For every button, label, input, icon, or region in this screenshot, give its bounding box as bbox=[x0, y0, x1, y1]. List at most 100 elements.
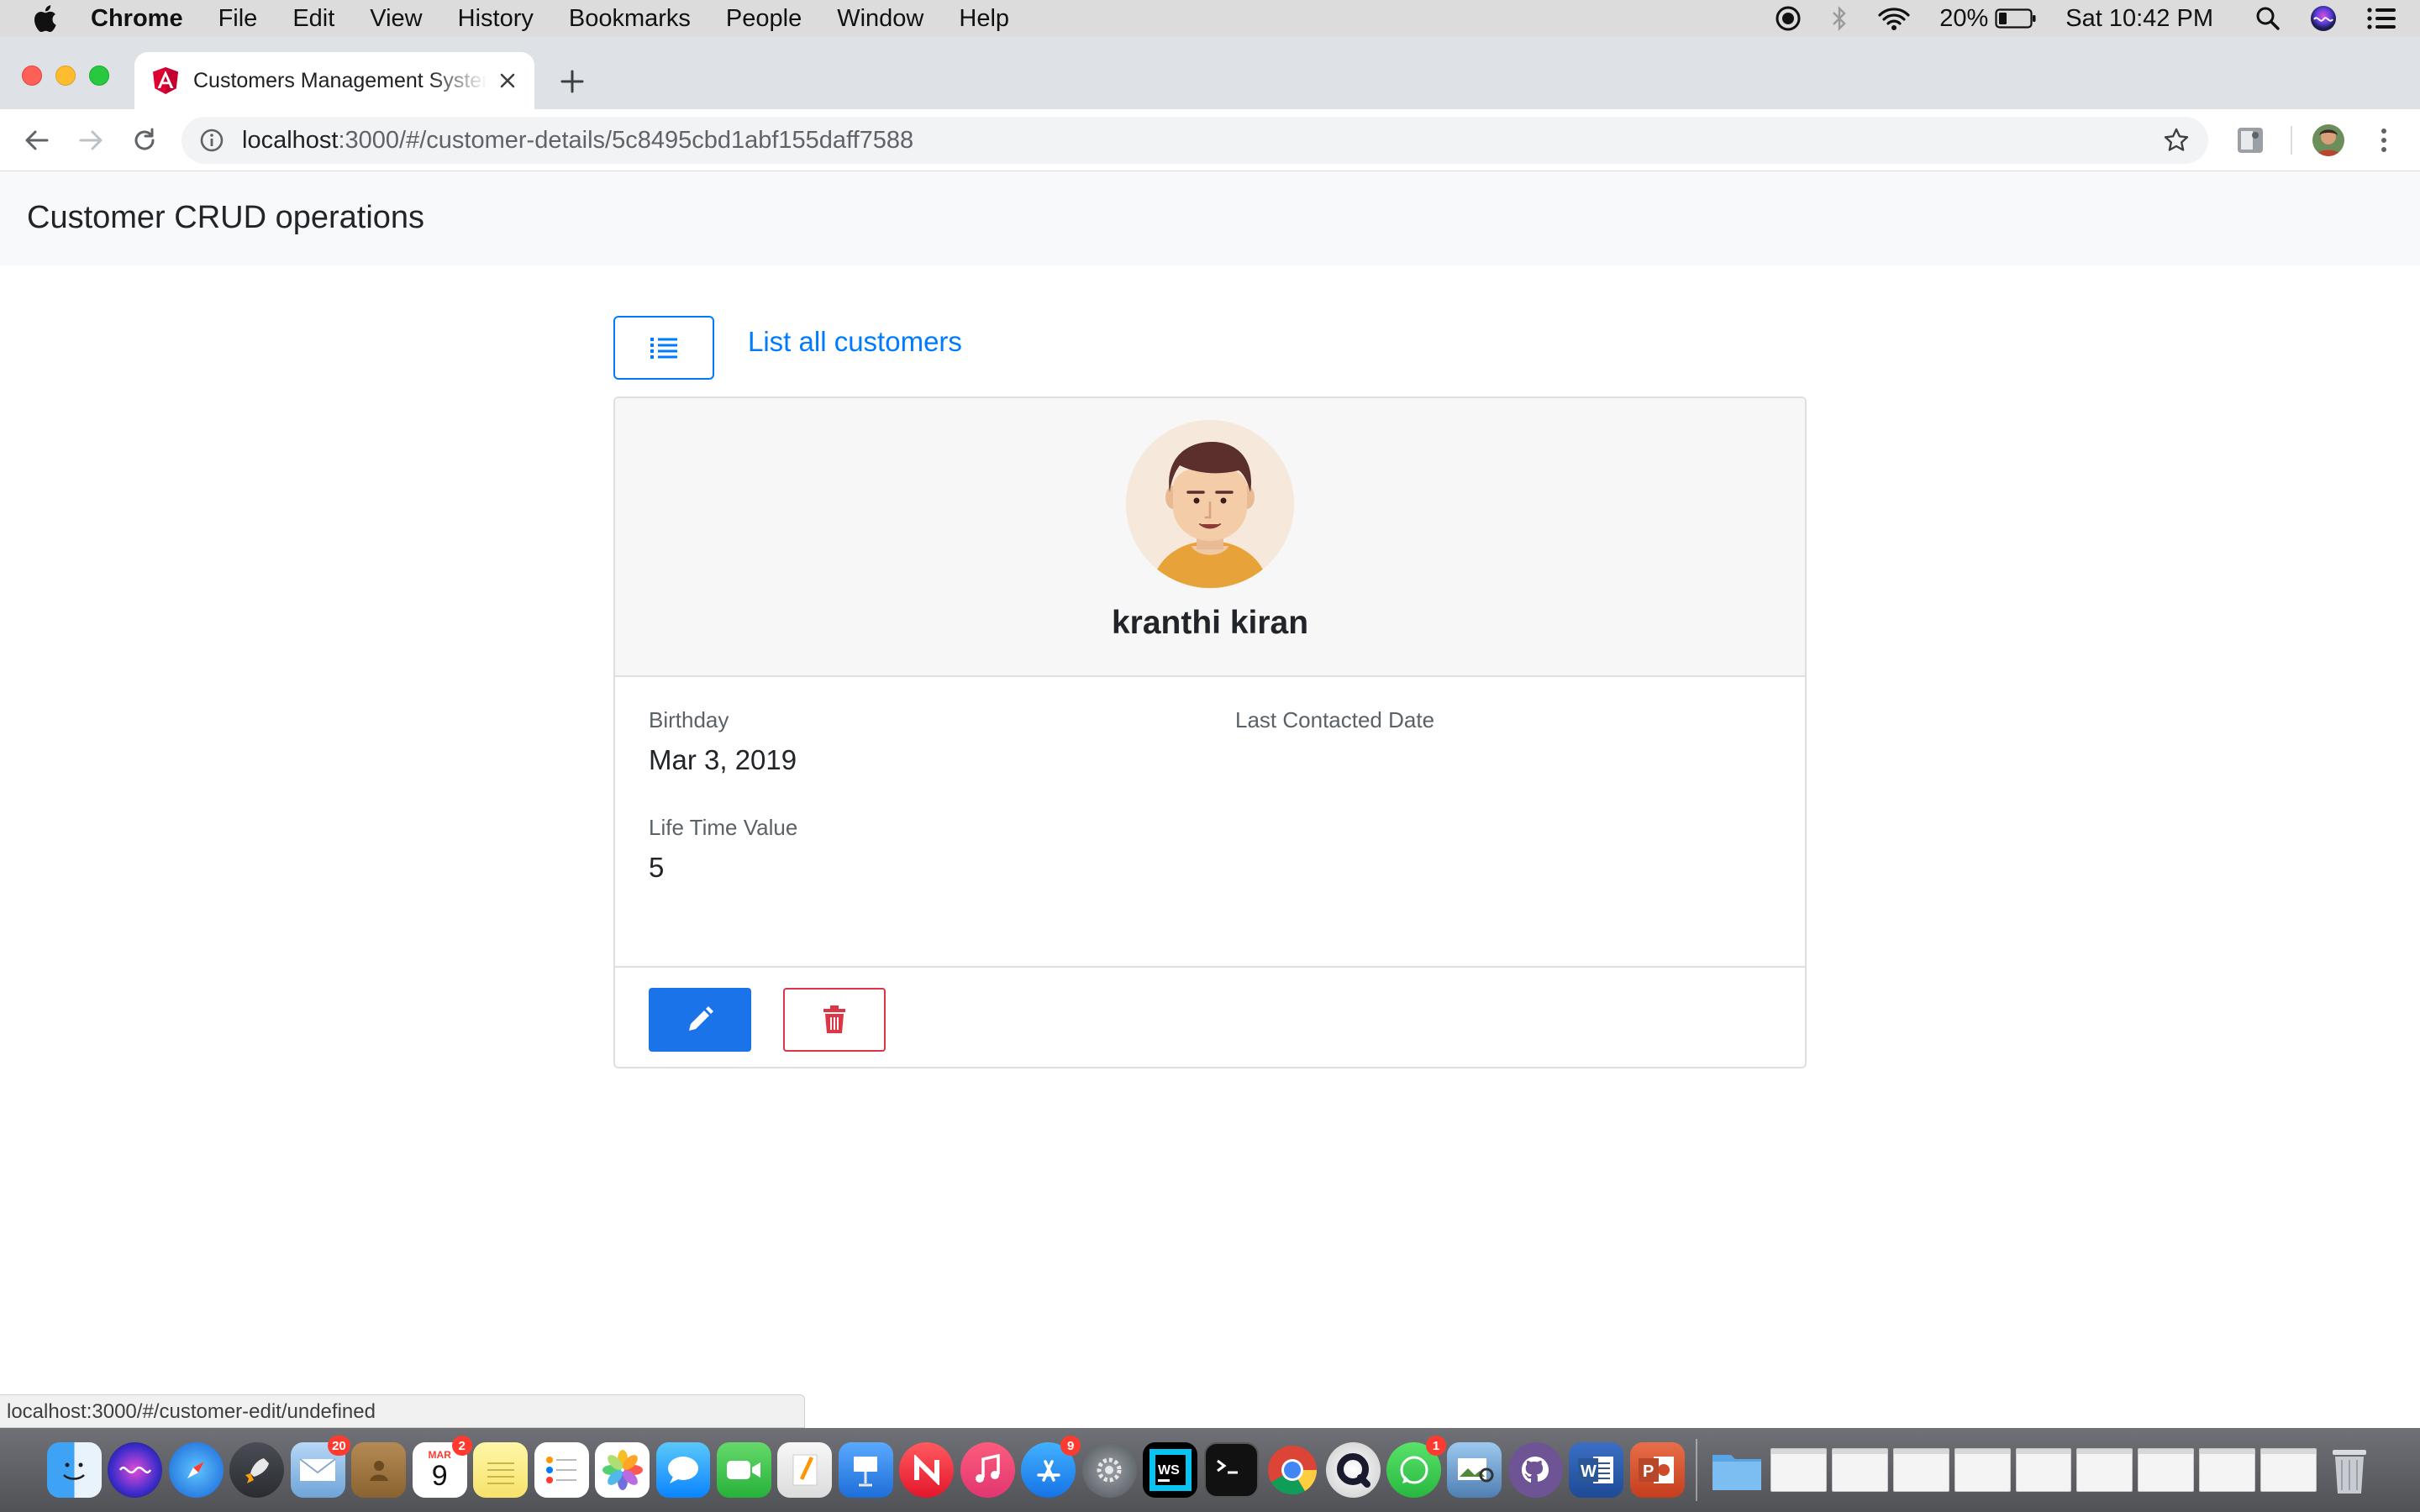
dock-icons: 20 MAR 9 2 9 WS 1 W P bbox=[47, 1433, 2383, 1507]
lifetime-value-value: 5 bbox=[649, 852, 665, 883]
address-bar[interactable]: localhost:3000/#/customer-details/5c8495… bbox=[182, 117, 2208, 164]
photos-icon[interactable] bbox=[595, 1442, 650, 1498]
delete-customer-button[interactable] bbox=[783, 988, 886, 1052]
messages-icon[interactable] bbox=[655, 1442, 711, 1498]
navbar-brand[interactable]: Customer CRUD operations bbox=[27, 200, 424, 236]
tab-close-icon[interactable] bbox=[496, 69, 519, 92]
downloads-folder-icon[interactable] bbox=[1709, 1442, 1764, 1498]
menubar-status-area: 20% Sat 10:42 PM bbox=[1775, 0, 2420, 37]
calendar-month: MAR bbox=[428, 1449, 451, 1461]
macos-dock: 20 MAR 9 2 9 WS 1 W P bbox=[0, 1428, 2420, 1512]
news-icon[interactable] bbox=[899, 1442, 955, 1498]
spotlight-search-icon[interactable] bbox=[2255, 6, 2281, 31]
chrome-icon[interactable] bbox=[1265, 1442, 1319, 1498]
menu-window[interactable]: Window bbox=[837, 5, 923, 33]
menu-app-name[interactable]: Chrome bbox=[91, 5, 183, 33]
minimized-window-thumbnail[interactable] bbox=[2015, 1448, 2072, 1492]
last-contacted-label: Last Contacted Date bbox=[1235, 707, 1435, 732]
launchpad-icon[interactable] bbox=[229, 1442, 285, 1498]
pages-icon[interactable] bbox=[777, 1442, 833, 1498]
minimized-window-thumbnail[interactable] bbox=[1954, 1448, 2011, 1492]
safari-icon[interactable] bbox=[168, 1442, 224, 1498]
pencil-icon bbox=[689, 1006, 713, 1031]
edit-customer-button[interactable] bbox=[649, 988, 751, 1052]
facetime-icon[interactable] bbox=[716, 1442, 771, 1498]
angular-favicon-icon bbox=[153, 67, 178, 94]
notification-center-icon[interactable] bbox=[2366, 6, 2396, 31]
back-arrow-icon[interactable] bbox=[20, 123, 54, 157]
profile-avatar[interactable] bbox=[2312, 124, 2344, 156]
window-close-button[interactable] bbox=[22, 66, 42, 86]
svg-text:W: W bbox=[1581, 1462, 1597, 1481]
extension-icon[interactable] bbox=[2235, 125, 2265, 155]
new-tab-plus-icon[interactable] bbox=[558, 67, 587, 96]
site-info-icon[interactable] bbox=[198, 127, 225, 154]
window-zoom-button[interactable] bbox=[89, 66, 109, 86]
contacts-icon[interactable] bbox=[351, 1442, 407, 1498]
bluetooth-icon[interactable] bbox=[1830, 5, 1849, 32]
wifi-icon[interactable] bbox=[1877, 6, 1911, 31]
customer-card-body: Birthday Mar 3, 2019 Last Contacted Date… bbox=[615, 679, 1805, 954]
keynote-icon[interactable] bbox=[838, 1442, 893, 1498]
minimized-window-thumbnail[interactable] bbox=[2138, 1448, 2195, 1492]
menu-file[interactable]: File bbox=[218, 5, 258, 33]
finder-icon[interactable] bbox=[47, 1442, 102, 1498]
list-customers-button[interactable] bbox=[613, 316, 714, 380]
address-bar-url[interactable]: localhost:3000/#/customer-details/5c8495… bbox=[242, 127, 913, 155]
siri-icon[interactable] bbox=[2309, 4, 2338, 33]
browser-tab-strip: Customers Management System bbox=[0, 37, 2420, 109]
url-path: :3000/#/customer-details/5c8495cbd1abf15… bbox=[338, 126, 914, 154]
menu-edit[interactable]: Edit bbox=[292, 5, 334, 33]
minimized-window-thumbnail[interactable] bbox=[1770, 1448, 1827, 1492]
word-icon[interactable]: W bbox=[1569, 1442, 1624, 1498]
browser-tab-active[interactable]: Customers Management System bbox=[134, 52, 534, 109]
customer-card-footer bbox=[615, 966, 1805, 1067]
birthday-label: Birthday bbox=[649, 707, 729, 732]
menu-people[interactable]: People bbox=[726, 5, 802, 33]
terminal-icon[interactable] bbox=[1203, 1442, 1259, 1498]
minimized-window-thumbnail[interactable] bbox=[2199, 1448, 2256, 1492]
minimized-window-thumbnail[interactable] bbox=[2076, 1448, 2133, 1492]
url-host: localhost bbox=[242, 126, 339, 154]
customer-card: kranthi kiran Birthday Mar 3, 2019 Last … bbox=[613, 396, 1807, 1068]
window-minimize-button[interactable] bbox=[55, 66, 76, 86]
battery-status[interactable]: 20% bbox=[1939, 5, 2037, 33]
itunes-icon[interactable] bbox=[960, 1442, 1015, 1498]
forward-arrow-icon[interactable] bbox=[74, 123, 108, 157]
quicktime-icon[interactable] bbox=[1325, 1442, 1381, 1498]
list-all-customers-link[interactable]: List all customers bbox=[748, 326, 962, 358]
minimized-window-thumbnail[interactable] bbox=[1831, 1448, 1888, 1492]
system-preferences-icon[interactable] bbox=[1081, 1442, 1137, 1498]
preview-icon[interactable] bbox=[1447, 1442, 1502, 1498]
webstorm-icon[interactable]: WS bbox=[1143, 1442, 1198, 1498]
trash-icon bbox=[823, 1005, 845, 1033]
mail-badge: 20 bbox=[328, 1436, 350, 1456]
whatsapp-icon[interactable]: 1 bbox=[1386, 1436, 1446, 1498]
menu-help[interactable]: Help bbox=[959, 5, 1009, 33]
svg-text:WS: WS bbox=[1158, 1463, 1180, 1478]
calendar-icon[interactable]: MAR 9 2 bbox=[412, 1436, 472, 1498]
siri-dock-icon[interactable] bbox=[108, 1442, 163, 1498]
chrome-menu-kebab-icon[interactable] bbox=[2371, 125, 2396, 155]
tab-title: Customers Management System bbox=[193, 68, 487, 92]
github-desktop-icon[interactable] bbox=[1507, 1442, 1563, 1498]
minimized-window-thumbnail[interactable] bbox=[2260, 1448, 2317, 1492]
lifetime-value-label: Life Time Value bbox=[649, 815, 798, 840]
menu-bookmarks[interactable]: Bookmarks bbox=[569, 5, 691, 33]
reminders-icon[interactable] bbox=[534, 1442, 589, 1498]
mail-icon[interactable]: 20 bbox=[290, 1436, 350, 1498]
minimized-window-thumbnail[interactable] bbox=[1892, 1448, 1949, 1492]
bookmark-star-icon[interactable] bbox=[2163, 127, 2190, 154]
app-store-icon[interactable]: 9 bbox=[1021, 1436, 1081, 1498]
reload-icon[interactable] bbox=[128, 123, 161, 157]
powerpoint-icon[interactable]: P bbox=[1629, 1442, 1685, 1498]
apple-menu-icon[interactable] bbox=[32, 4, 66, 33]
screen-recording-icon[interactable] bbox=[1775, 5, 1802, 32]
trash-bin-icon[interactable] bbox=[2322, 1442, 2376, 1498]
birthday-value: Mar 3, 2019 bbox=[649, 744, 797, 775]
notes-icon[interactable] bbox=[473, 1442, 529, 1498]
menu-history[interactable]: History bbox=[458, 5, 534, 33]
menubar-clock[interactable]: Sat 10:42 PM bbox=[2065, 5, 2213, 33]
menu-view[interactable]: View bbox=[370, 5, 422, 33]
app-store-badge: 9 bbox=[1060, 1436, 1081, 1456]
